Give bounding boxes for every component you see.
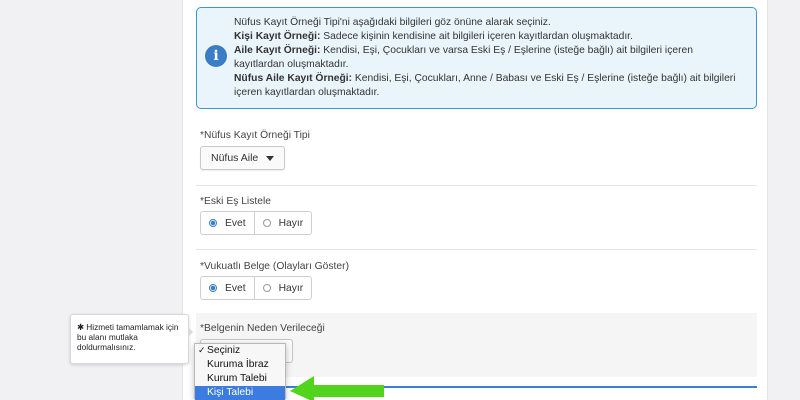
divider — [196, 249, 757, 250]
radio-label: Evet — [225, 282, 246, 294]
ex-spouse-label-text: Eski Eş Listele — [204, 196, 271, 207]
reason-field-label: *Belgenin Neden Verileceği — [200, 323, 325, 334]
tooltip-pointer — [188, 327, 193, 337]
info-circle-icon: i — [205, 45, 227, 67]
info-item-kisi: Kişi Kayıt Örneği: Sadece kişinin kendis… — [234, 30, 744, 44]
radio-empty-icon — [262, 284, 271, 292]
caret-down-icon — [266, 155, 275, 161]
required-tooltip: ✱ Hizmeti tamamlamak için bu alanı mutla… — [70, 314, 189, 364]
info-item-aile: Aile Kayıt Örneği: Kendisi, Eşi, Çocukla… — [234, 44, 744, 72]
info-text: Nüfus Kayıt Örneği Tipi'ni aşağıdaki bil… — [234, 16, 744, 100]
type-label-text: Nüfus Kayıt Örneği Tipi — [204, 130, 310, 141]
asterisk-icon: ✱ — [77, 322, 84, 332]
type-select[interactable]: Nüfus Aile — [200, 146, 286, 170]
divider — [196, 185, 757, 186]
radio-selected-icon — [209, 219, 217, 227]
vukuatli-label-text: Vukuatlı Belge (Olayları Göster) — [204, 261, 349, 272]
ex-spouse-radio-group: Evet Hayır — [200, 211, 313, 235]
tooltip-text: Hizmeti tamamlamak için bu alanı mutlaka… — [77, 322, 179, 352]
radio-label: Evet — [225, 217, 246, 229]
ex-spouse-yes-radio[interactable]: Evet — [200, 211, 255, 235]
radio-selected-icon — [209, 284, 217, 292]
radio-label: Hayır — [278, 282, 304, 294]
radio-label: Hayır — [278, 217, 304, 229]
type-field-label: *Nüfus Kayıt Örneği Tipi — [200, 130, 310, 141]
dropdown-option-kuruma-ibraz[interactable]: Kuruma İbraz — [195, 358, 285, 372]
info-term: Aile Kayıt Örneği: — [234, 45, 321, 56]
reason-dropdown-list: Seçiniz Kuruma İbraz Kurum Talebi Kişi T… — [194, 343, 286, 400]
info-desc: Sadece kişinin kendisine ait bilgileri i… — [320, 31, 633, 42]
info-intro: Nüfus Kayıt Örneği Tipi'ni aşağıdaki bil… — [234, 17, 551, 28]
vukuatli-field-label: *Vukuatlı Belge (Olayları Göster) — [200, 261, 349, 272]
ex-spouse-no-radio[interactable]: Hayır — [254, 211, 313, 235]
vukuatli-radio-group: Evet Hayır — [200, 276, 313, 300]
dropdown-option-kurum-talebi[interactable]: Kurum Talebi — [195, 372, 285, 386]
info-term: Nüfus Aile Kayıt Örneği: — [234, 73, 353, 84]
dropdown-option-kisi-talebi[interactable]: Kişi Talebi — [195, 386, 285, 400]
info-term: Kişi Kayıt Örneği: — [234, 31, 321, 42]
right-gutter — [768, 0, 800, 400]
dropdown-option-seciniz[interactable]: Seçiniz — [195, 344, 285, 358]
vukuatli-yes-radio[interactable]: Evet — [200, 276, 255, 300]
vukuatli-no-radio[interactable]: Hayır — [254, 276, 313, 300]
reason-label-text: Belgenin Neden Verileceği — [204, 323, 325, 334]
radio-empty-icon — [262, 219, 271, 227]
type-select-value: Nüfus Aile — [211, 152, 259, 164]
info-item-nufus-aile: Nüfus Aile Kayıt Örneği: Kendisi, Eşi, Ç… — [234, 72, 744, 100]
ex-spouse-field-label: *Eski Eş Listele — [200, 196, 271, 207]
green-arrow-icon — [290, 376, 384, 400]
